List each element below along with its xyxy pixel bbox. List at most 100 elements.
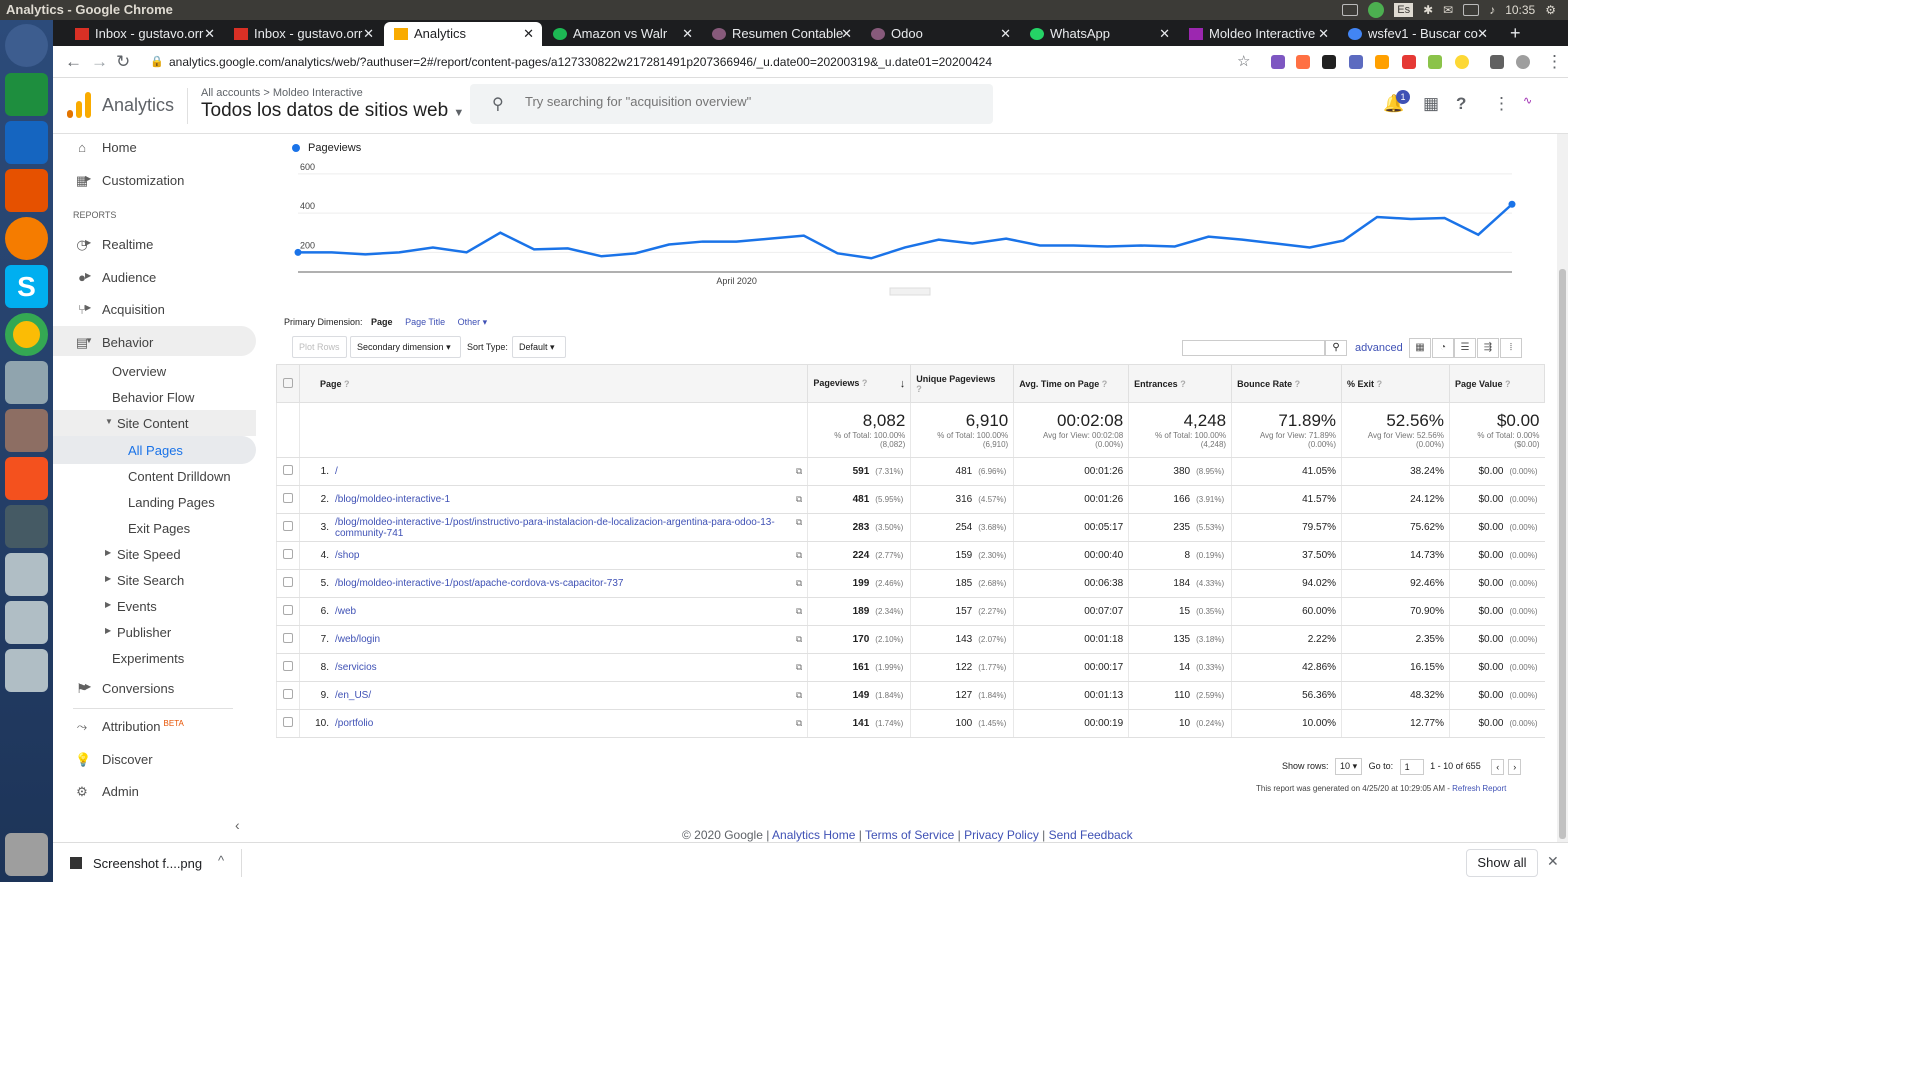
- refresh-report-link[interactable]: Refresh Report: [1452, 784, 1506, 793]
- lock-icon[interactable]: 🔒: [150, 55, 164, 68]
- help-icon[interactable]: ?: [1456, 94, 1466, 114]
- more-options-icon[interactable]: ⋮: [1493, 94, 1510, 114]
- page-link[interactable]: /portfolio: [335, 718, 373, 729]
- sidebar-item-home[interactable]: Home: [102, 140, 137, 155]
- new-tab-icon[interactable]: +: [1510, 20, 1521, 46]
- col-entrances[interactable]: Entrances ?: [1128, 364, 1233, 403]
- advanced-filter-link[interactable]: advanced: [1355, 342, 1403, 354]
- footer-link-feedback[interactable]: Send Feedback: [1049, 828, 1133, 842]
- footer-link-analytics-home[interactable]: Analytics Home: [772, 828, 855, 842]
- open-page-icon[interactable]: ⧉: [796, 606, 802, 617]
- tab-inbox-1[interactable]: Inbox - gustavo.orr ✕: [65, 22, 223, 46]
- open-page-icon[interactable]: ⧉: [796, 634, 802, 645]
- extension-icon[interactable]: [1455, 55, 1469, 69]
- open-page-icon[interactable]: ⧉: [796, 550, 802, 561]
- tab-wsfev1[interactable]: wsfev1 - Buscar co ✕: [1338, 22, 1496, 46]
- sync-ok-icon[interactable]: [1368, 2, 1385, 18]
- col-avg-time[interactable]: Avg. Time on Page ?: [1013, 364, 1130, 403]
- monitor-icon[interactable]: [5, 505, 48, 548]
- extension-icon[interactable]: [1428, 55, 1442, 69]
- spreadsheet-icon[interactable]: [5, 73, 48, 116]
- table-filter-input[interactable]: [1182, 340, 1325, 356]
- tab-odoo[interactable]: Odoo ✕: [861, 22, 1019, 46]
- tab-resumen[interactable]: Resumen Contable ✕: [702, 22, 860, 46]
- download-filename[interactable]: Screenshot f....png: [93, 856, 202, 871]
- close-tab-icon[interactable]: ✕: [1000, 22, 1011, 46]
- performance-view-icon[interactable]: ☰: [1454, 338, 1476, 358]
- close-tab-icon[interactable]: ✕: [682, 22, 693, 46]
- scrollbar-thumb[interactable]: [1559, 269, 1566, 839]
- reload-icon[interactable]: ↻: [116, 52, 130, 72]
- footer-link-privacy[interactable]: Privacy Policy: [964, 828, 1039, 842]
- sidebar-item-customization[interactable]: ▶ Customization: [85, 173, 184, 188]
- drive-icon[interactable]: [5, 601, 48, 644]
- open-page-icon[interactable]: ⧉: [796, 662, 802, 673]
- sidebar-item-site-speed[interactable]: ▶ Site Speed: [105, 547, 181, 562]
- volume-icon[interactable]: ♪: [1489, 0, 1495, 20]
- property-selector[interactable]: Todos los datos de sitios web ▼: [201, 100, 464, 122]
- files-icon[interactable]: [5, 409, 48, 452]
- software-center-icon[interactable]: [5, 457, 48, 500]
- sidebar-item-content-drilldown[interactable]: Content Drilldown: [128, 469, 231, 484]
- sidebar-item-attribution[interactable]: Attribution BETA: [102, 719, 184, 734]
- page-link[interactable]: /blog/moldeo-interactive-1/post/apache-c…: [335, 578, 623, 589]
- row-checkbox[interactable]: [276, 513, 300, 542]
- sidebar-item-exit-pages[interactable]: Exit Pages: [128, 521, 190, 536]
- tab-analytics[interactable]: Analytics ✕: [384, 22, 542, 46]
- tab-whatsapp[interactable]: WhatsApp ✕: [1020, 22, 1178, 46]
- sidebar-item-events[interactable]: ▶ Events: [105, 599, 157, 614]
- comparison-view-icon[interactable]: ⇶: [1477, 338, 1499, 358]
- extension-icon[interactable]: [1402, 55, 1416, 69]
- extension-icon[interactable]: [1271, 55, 1285, 69]
- sidebar-item-site-search[interactable]: ▶ Site Search: [105, 573, 184, 588]
- close-tab-icon[interactable]: ✕: [523, 22, 534, 46]
- extension-icon[interactable]: [1296, 55, 1310, 69]
- row-checkbox[interactable]: [276, 457, 300, 486]
- row-checkbox[interactable]: [276, 541, 300, 570]
- col-exit[interactable]: % Exit ?: [1341, 364, 1450, 403]
- sidebar-item-behavior[interactable]: ▼ Behavior: [85, 335, 153, 350]
- chevron-up-icon[interactable]: ^: [218, 853, 224, 868]
- col-bounce-rate[interactable]: Bounce Rate ?: [1231, 364, 1343, 403]
- sidebar-item-overview[interactable]: Overview: [112, 364, 166, 379]
- open-page-icon[interactable]: ⧉: [796, 690, 802, 701]
- sort-type-dropdown[interactable]: Default ▾: [512, 336, 566, 358]
- row-checkbox[interactable]: [276, 709, 300, 738]
- close-tab-icon[interactable]: ✕: [1159, 22, 1170, 46]
- page-link[interactable]: /servicios: [335, 662, 377, 673]
- open-page-icon[interactable]: ⧉: [796, 718, 802, 729]
- sidebar-item-realtime[interactable]: ▶ Realtime: [85, 237, 153, 252]
- back-icon[interactable]: ←: [65, 52, 82, 72]
- sidebar-item-admin[interactable]: Admin: [102, 784, 139, 799]
- search-input[interactable]: [525, 94, 965, 109]
- extension-icon[interactable]: [1322, 55, 1336, 69]
- keyboard-layout[interactable]: Es: [1394, 3, 1414, 17]
- row-checkbox[interactable]: [276, 653, 300, 682]
- drive-icon[interactable]: [5, 649, 48, 692]
- col-unique-pageviews[interactable]: Unique Pageviews?: [910, 364, 1015, 403]
- sidebar-item-behavior-flow[interactable]: Behavior Flow: [112, 390, 194, 405]
- open-page-icon[interactable]: ⧉: [796, 494, 802, 505]
- sidebar-item-experiments[interactable]: Experiments: [112, 651, 184, 666]
- sidebar-item-acquisition[interactable]: ▶ Acquisition: [85, 302, 165, 317]
- sidebar-item-conversions[interactable]: ▶ Conversions: [85, 681, 174, 696]
- prev-page-icon[interactable]: ‹: [1491, 758, 1505, 775]
- search-box[interactable]: ⚲: [470, 84, 993, 124]
- media-icon[interactable]: [1490, 55, 1504, 69]
- sidebar-item-audience[interactable]: ▶ Audience: [85, 270, 156, 285]
- page-link[interactable]: /: [335, 466, 338, 477]
- dimension-page[interactable]: Page: [371, 317, 393, 327]
- tab-inbox-2[interactable]: Inbox - gustavo.orr ✕: [224, 22, 382, 46]
- firefox-icon[interactable]: [5, 217, 48, 260]
- clock[interactable]: 10:35: [1505, 0, 1535, 20]
- select-all-checkbox[interactable]: [276, 364, 300, 403]
- close-tab-icon[interactable]: ✕: [841, 22, 852, 46]
- page-link[interactable]: /blog/moldeo-interactive-1/post/instruct…: [335, 517, 775, 539]
- page-link[interactable]: /shop: [335, 550, 359, 561]
- drive-icon[interactable]: [5, 553, 48, 596]
- sidebar-item-landing-pages[interactable]: Landing Pages: [128, 495, 215, 510]
- sidebar-item-site-content[interactable]: ▼ Site Content: [105, 416, 189, 431]
- pivot-view-icon[interactable]: ⦙: [1500, 338, 1522, 358]
- col-pageviews[interactable]: Pageviews ? ↓: [807, 364, 912, 403]
- page-scrollbar[interactable]: [1557, 134, 1568, 842]
